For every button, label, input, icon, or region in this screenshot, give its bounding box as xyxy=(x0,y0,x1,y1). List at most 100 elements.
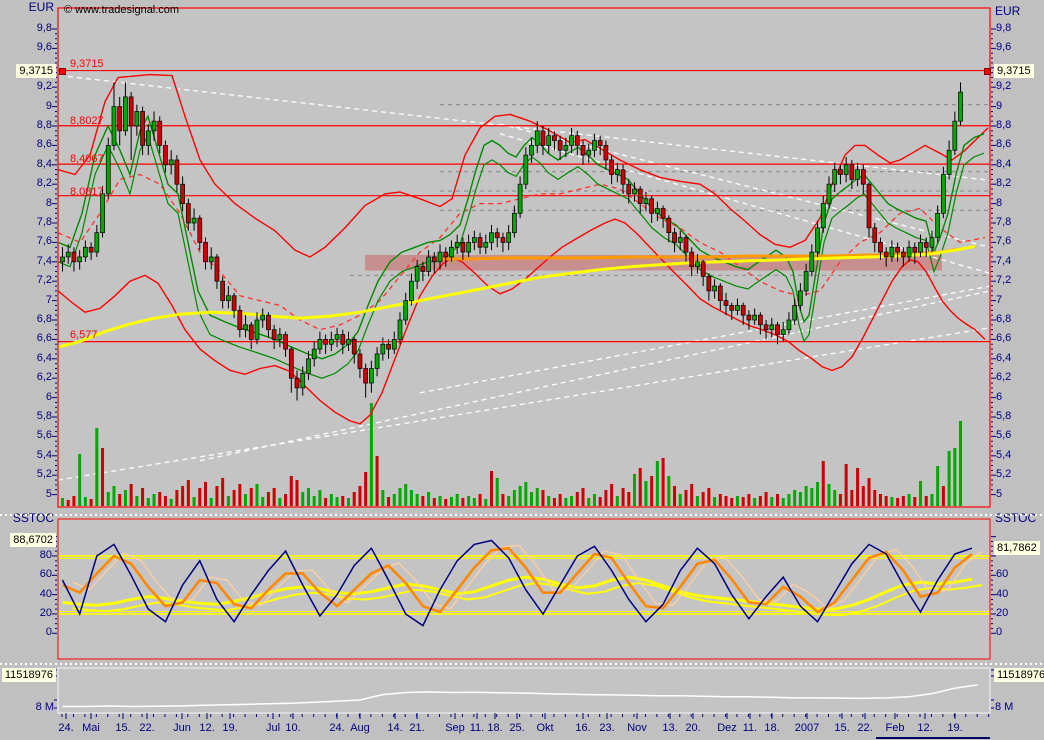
volume-bar xyxy=(936,466,940,506)
candlestick xyxy=(597,140,603,146)
volume-bar xyxy=(592,494,596,506)
price-tick-label-right: 6,2 xyxy=(996,371,1012,384)
chart-canvas[interactable] xyxy=(0,0,1044,740)
sstoc-tick-label-left: 60 xyxy=(39,568,52,581)
date-tick-label: 15. xyxy=(115,722,131,734)
price-tick-label-right: 5 xyxy=(996,487,1003,500)
candlestick xyxy=(798,290,803,306)
date-tick-label: 24. xyxy=(329,722,345,734)
sstoc-highlight-left: 88,6702 xyxy=(10,533,56,547)
volume-bar xyxy=(856,468,860,506)
volume-bar xyxy=(444,499,448,506)
candlestick xyxy=(757,314,763,326)
candlestick xyxy=(214,256,220,282)
volume-bar xyxy=(564,498,568,506)
volume-bar xyxy=(924,496,928,506)
volume-plot-background[interactable] xyxy=(58,668,990,713)
volume-bar xyxy=(301,492,305,506)
candlestick xyxy=(563,145,569,151)
candlestick xyxy=(288,348,294,379)
date-tick-label: Jun xyxy=(173,722,191,734)
price-tick-label-left: 5,6 xyxy=(36,429,52,442)
sstoc-tick-label-left: 20 xyxy=(39,606,52,619)
volume-bar xyxy=(381,490,385,506)
candlestick xyxy=(883,251,889,258)
volume-bar xyxy=(101,448,105,506)
volume-bar xyxy=(764,492,768,506)
volume-bar xyxy=(587,498,591,506)
candlestick xyxy=(958,91,963,122)
date-tick-label: 18. xyxy=(764,722,780,734)
volume-bar xyxy=(186,480,190,506)
candlestick xyxy=(311,348,317,360)
volume-bar xyxy=(644,481,648,506)
candlestick xyxy=(454,242,460,248)
candlestick xyxy=(855,169,860,180)
volume-bar xyxy=(244,494,248,506)
price-tick-label-left: 9,6 xyxy=(36,41,52,54)
volume-bar xyxy=(387,497,391,506)
volume-bar xyxy=(758,496,762,506)
volume-bar xyxy=(249,488,253,506)
date-tick-label: Okt xyxy=(536,722,554,734)
price-tick-label-right: 8 xyxy=(996,196,1003,209)
date-tick-label: 24. xyxy=(58,722,74,734)
volume-bar xyxy=(507,496,511,506)
volume-bar xyxy=(501,494,505,506)
volume-bar xyxy=(112,486,116,506)
candlestick xyxy=(826,183,832,204)
volume-bar xyxy=(289,476,293,506)
volume-bar xyxy=(198,488,202,506)
price-tick-label-left: 5,2 xyxy=(36,468,52,481)
volume-bar xyxy=(318,490,322,506)
price-tick-label-right: 7,8 xyxy=(996,216,1012,228)
candlestick xyxy=(357,353,363,369)
volume-bar xyxy=(884,496,888,506)
candlestick xyxy=(346,339,351,345)
volume-bar xyxy=(530,492,534,506)
candlestick xyxy=(277,334,283,340)
price-tick-label-left: 9,2 xyxy=(36,80,52,93)
volume-bar xyxy=(95,428,99,506)
volume-bar xyxy=(409,490,413,506)
volume-bar xyxy=(467,496,471,506)
price-tick-label-left: 7 xyxy=(45,293,52,306)
candlestick xyxy=(878,242,883,253)
volume-bar xyxy=(438,496,442,506)
candlestick xyxy=(489,232,494,243)
volume-bar xyxy=(324,498,328,506)
price-tick-label-right: 8,6 xyxy=(996,138,1012,151)
price-tick-label-left: 9,8 xyxy=(36,22,52,34)
volume-bar xyxy=(633,474,636,506)
candlestick xyxy=(786,319,792,331)
candlestick xyxy=(717,285,723,301)
date-tick-label: Mai xyxy=(82,722,100,734)
date-tick-label: 23. xyxy=(599,722,615,734)
price-tick-label-left: 6,8 xyxy=(36,313,52,325)
candlestick xyxy=(552,135,557,141)
level-marker-right[interactable] xyxy=(984,68,991,75)
candlestick xyxy=(866,183,872,229)
price-tick-label-right: 8,2 xyxy=(996,177,1012,190)
volume-bar xyxy=(735,496,739,506)
candlestick xyxy=(163,145,168,166)
panel-splitter-2[interactable] xyxy=(0,663,1044,665)
level-marker-left[interactable] xyxy=(59,68,66,75)
panel-splitter-1[interactable] xyxy=(0,514,1044,516)
volume-bar xyxy=(947,451,951,506)
volume-bar xyxy=(598,497,602,506)
candlestick xyxy=(65,251,71,258)
candlestick xyxy=(174,159,180,185)
candlestick xyxy=(248,324,254,340)
volume-bar xyxy=(215,486,219,506)
date-tick-label: 14. xyxy=(387,722,403,734)
sstoc-plot-background[interactable] xyxy=(58,519,990,659)
candlestick xyxy=(197,217,203,243)
candlestick xyxy=(437,251,443,263)
candlestick xyxy=(649,198,655,214)
date-tick-label: 12. xyxy=(917,722,933,734)
volume-bar xyxy=(776,494,779,506)
volume-bar xyxy=(272,488,276,506)
volume-bar xyxy=(953,448,957,506)
sstoc-tick-label-left: 0 xyxy=(45,626,52,639)
